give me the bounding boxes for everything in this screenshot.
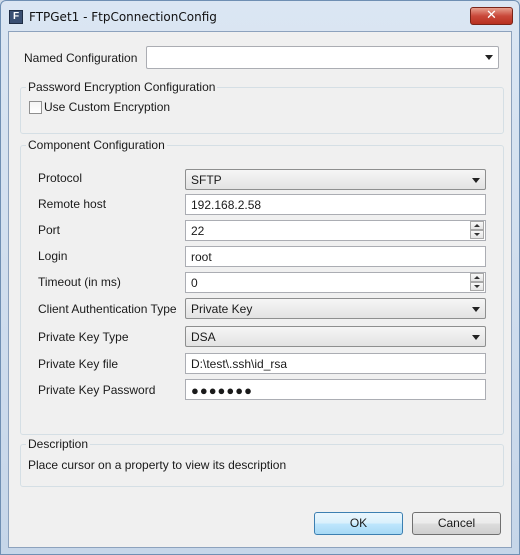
remote-host-field[interactable]: 192.168.2.58 — [185, 194, 486, 215]
dialog-window: F FTPGet1 - FtpConnectionConfig ✕ Named … — [0, 0, 520, 555]
named-configuration-select[interactable] — [146, 46, 499, 69]
client-auth-type-select[interactable]: Private Key — [185, 298, 486, 319]
close-button[interactable]: ✕ — [470, 7, 513, 25]
spin-down-icon — [474, 233, 480, 236]
spin-up-icon — [474, 224, 480, 227]
client-auth-type-label: Client Authentication Type — [38, 302, 177, 316]
cancel-button[interactable]: Cancel — [412, 512, 501, 535]
ok-button[interactable]: OK — [314, 512, 403, 535]
private-key-type-label: Private Key Type — [38, 330, 129, 344]
timeout-label: Timeout (in ms) — [38, 275, 121, 289]
remote-host-label: Remote host — [38, 197, 107, 211]
port-field[interactable]: 22 — [185, 220, 486, 241]
private-key-type-value: DSA — [191, 330, 216, 344]
port-label: Port — [38, 223, 61, 237]
client-auth-type-value: Private Key — [191, 302, 253, 316]
login-field[interactable]: root — [185, 246, 486, 267]
protocol-label: Protocol — [38, 171, 83, 185]
chevron-down-icon — [472, 307, 480, 312]
private-key-type-select[interactable]: DSA — [185, 326, 486, 347]
spin-down-icon — [474, 285, 480, 288]
port-spin-down[interactable] — [470, 230, 484, 239]
chevron-down-icon — [472, 335, 480, 340]
app-icon: F — [9, 10, 23, 24]
named-configuration-label: Named Configuration — [24, 51, 138, 65]
port-value: 22 — [191, 224, 205, 238]
description-title: Description — [26, 437, 91, 451]
login-label: Login — [38, 249, 68, 263]
dialog-client-area: Named Configuration Password Encryption … — [8, 31, 512, 548]
private-key-password-field[interactable]: ●●●●●●● — [185, 379, 486, 400]
protocol-select[interactable]: SFTP — [185, 169, 486, 190]
close-icon: ✕ — [486, 8, 497, 23]
title-bar[interactable]: F FTPGet1 - FtpConnectionConfig ✕ — [1, 1, 519, 31]
description-text: Place cursor on a property to view its d… — [28, 458, 287, 472]
window-title: FTPGet1 - FtpConnectionConfig — [29, 10, 217, 24]
use-custom-encryption-checkbox[interactable] — [29, 101, 42, 114]
port-spin-up[interactable] — [470, 221, 484, 230]
use-custom-encryption-label[interactable]: Use Custom Encryption — [44, 100, 170, 114]
timeout-spin-up[interactable] — [470, 273, 484, 282]
password-encryption-title: Password Encryption Configuration — [26, 80, 218, 94]
private-key-file-field[interactable]: D:\test\.ssh\id_rsa — [185, 353, 486, 374]
chevron-down-icon — [472, 178, 480, 183]
chevron-down-icon — [485, 55, 493, 60]
timeout-value: 0 — [191, 276, 198, 290]
spin-up-icon — [474, 276, 480, 279]
private-key-file-label: Private Key file — [38, 357, 119, 371]
private-key-password-label: Private Key Password — [38, 383, 156, 397]
timeout-spin-down[interactable] — [470, 282, 484, 291]
protocol-value: SFTP — [191, 173, 222, 187]
component-configuration-title: Component Configuration — [26, 138, 167, 152]
timeout-field[interactable]: 0 — [185, 272, 486, 293]
